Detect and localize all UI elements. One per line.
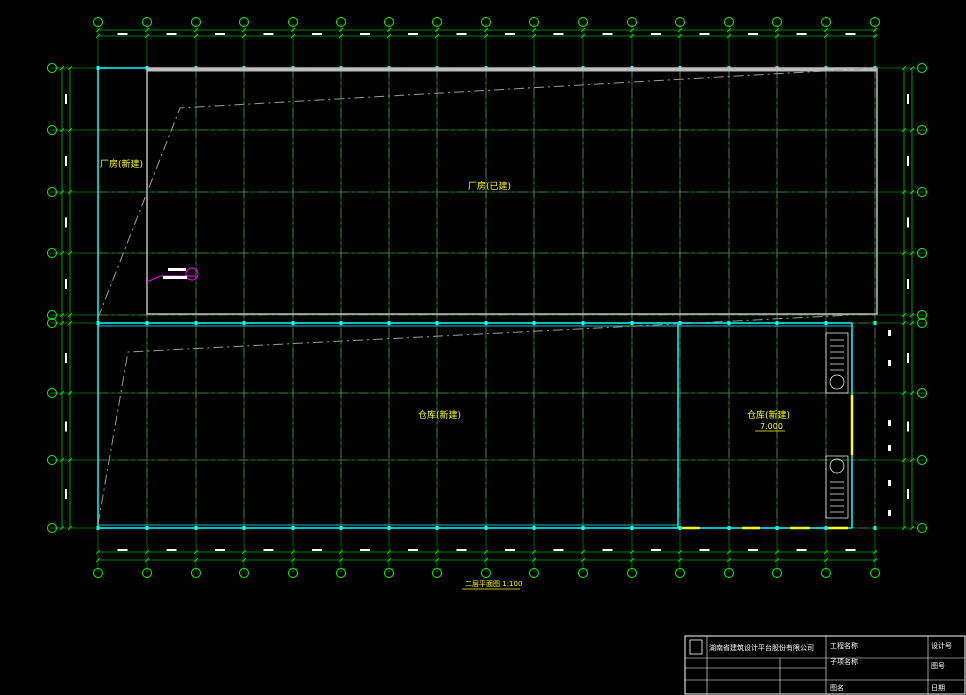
dimension-value-mark (699, 33, 710, 35)
dimension-value-mark (65, 489, 67, 499)
title-block: 湖南省建筑设计平台股份有限公司 工程名称 子项名称 图名 设计号 图号 日期 (684, 635, 966, 695)
dimension-value-mark (907, 94, 909, 104)
dimension-value-mark (65, 217, 67, 228)
dimension-value-mark (312, 549, 322, 551)
dimension-value-mark (907, 353, 909, 363)
dimension-value-mark (907, 217, 909, 228)
dimension-value-mark (65, 94, 67, 104)
dimension-value-mark (553, 33, 564, 35)
dimension-value-mark (553, 549, 564, 551)
elevation-mark: 7.000 (760, 422, 783, 431)
dimension-value-mark (796, 549, 807, 551)
dimension-value-mark (651, 549, 661, 551)
dimension-value-mark (699, 549, 710, 551)
dimension-value-mark (602, 33, 613, 35)
room-label-factory-existing: 厂房(已建) (468, 180, 511, 192)
dimension-value-mark (408, 549, 418, 551)
dimension-value-mark (65, 279, 67, 289)
dimension-value-mark (456, 33, 467, 35)
room-label-warehouse-small: 仓库(新建) (747, 409, 790, 421)
room-label-warehouse-large: 仓库(新建) (418, 409, 461, 421)
dimension-value-mark (360, 33, 370, 35)
dimension-value-mark (263, 33, 274, 35)
dimension-value-mark (65, 156, 67, 166)
title-block-field-subitem: 子项名称 (830, 657, 858, 666)
title-block-field-drawing: 图名 (830, 683, 844, 692)
room-label-factory-new: 厂房(新建) (100, 158, 143, 170)
dimension-value-mark (166, 549, 177, 551)
title-block-field-project: 工程名称 (830, 641, 858, 650)
dimension-value-mark (456, 549, 467, 551)
dimension-value-mark (602, 549, 613, 551)
dimension-value-mark (651, 33, 661, 35)
dimension-value-mark (65, 353, 67, 363)
dimension-value-mark (748, 33, 758, 35)
title-block-drawing-no: 图号 (931, 662, 945, 670)
dimension-value-mark (845, 33, 856, 35)
dimension-value-mark (215, 549, 225, 551)
dimension-value-mark (117, 33, 128, 35)
dimension-value-mark (907, 279, 909, 289)
dimension-value-mark (845, 549, 856, 551)
title-block-date: 日期 (931, 684, 945, 692)
dimension-value-mark (907, 489, 909, 499)
dimension-value-mark (263, 549, 274, 551)
title-block-company: 湖南省建筑设计平台股份有限公司 (709, 643, 814, 652)
plan-title: 二层平面图 1:100 (465, 580, 522, 588)
dimension-value-mark (117, 549, 128, 551)
dimension-value-mark (215, 33, 225, 35)
dimension-value-mark (907, 156, 909, 166)
dimension-value-mark (505, 549, 515, 551)
dimension-value-mark (907, 421, 909, 432)
floor-plan-drawing: 厂房(新建) 厂房(已建) 仓库(新建) 仓库(新建) 7.000 二层平面图 … (0, 0, 966, 695)
dimension-value-mark (166, 33, 177, 35)
dimension-value-mark (796, 33, 807, 35)
dimension-value-mark (65, 421, 67, 432)
dimension-value-mark (360, 549, 370, 551)
dimension-value-mark (505, 33, 515, 35)
dimension-value-mark (748, 549, 758, 551)
dimension-value-mark (408, 33, 418, 35)
drawing-background (0, 0, 966, 695)
dimension-value-mark (312, 33, 322, 35)
title-block-design-no: 设计号 (931, 641, 952, 650)
